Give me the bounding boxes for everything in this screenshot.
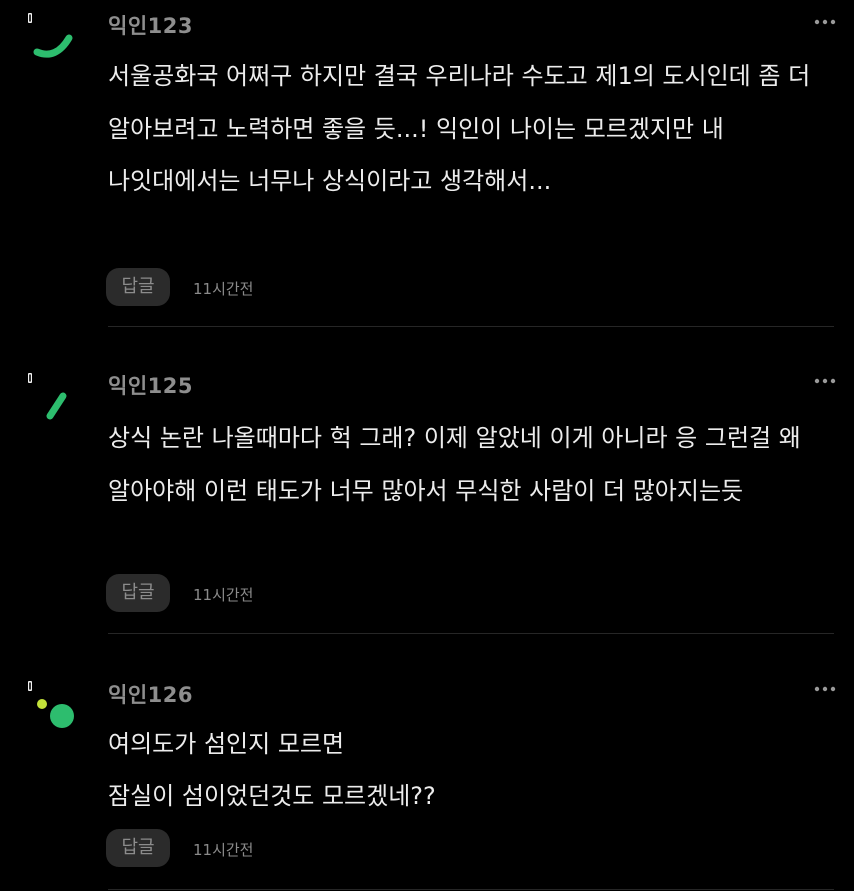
comment-item: 익인123 서울공화국 어쩌구 하지만 결국 우리나라 수도고 제1의 도시인데… — [0, 0, 854, 330]
comment-nickname: 익인123 — [108, 14, 193, 38]
more-options-icon[interactable] — [812, 372, 838, 390]
comment-divider — [108, 633, 834, 634]
comment-divider — [108, 889, 834, 890]
more-options-icon[interactable] — [812, 680, 838, 698]
avatar[interactable] — [22, 676, 86, 740]
comment-body: 상식 논란 나올때마다 헉 그래? 이제 알았네 이게 아니라 응 그런걸 왜 … — [108, 424, 809, 505]
comment-body: 여의도가 섬인지 모르면 잠실이 섬이었던것도 모르겠네?? — [108, 730, 436, 810]
comment-timestamp: 11시간전 — [193, 586, 254, 604]
reply-button[interactable]: 답글 — [106, 574, 170, 612]
comment-item: 익인126 여의도가 섬인지 모르면 잠실이 섬이었던것도 모르겠네?? 답글 … — [0, 638, 854, 891]
avatar[interactable] — [22, 8, 86, 72]
more-options-icon[interactable] — [812, 13, 838, 31]
comment-timestamp: 11시간전 — [193, 841, 254, 859]
green-slash-icon — [28, 373, 67, 420]
comment-item: 익인125 상식 논란 나올때마다 헉 그래? 이제 알았네 이게 아니라 응 … — [0, 330, 854, 638]
reply-button[interactable]: 답글 — [106, 268, 170, 306]
comment-divider — [108, 326, 834, 327]
reply-button[interactable]: 답글 — [106, 829, 170, 867]
green-arc-icon — [28, 13, 73, 58]
comment-nickname: 익인126 — [108, 683, 193, 707]
avatar[interactable] — [22, 368, 86, 432]
comment-body: 서울공화국 어쩌구 하지만 결국 우리나라 수도고 제1의 도시인데 좀 더 알… — [108, 62, 818, 195]
comment-timestamp: 11시간전 — [193, 280, 254, 298]
comment-nickname: 익인125 — [108, 374, 193, 398]
green-dots-icon — [28, 681, 74, 728]
